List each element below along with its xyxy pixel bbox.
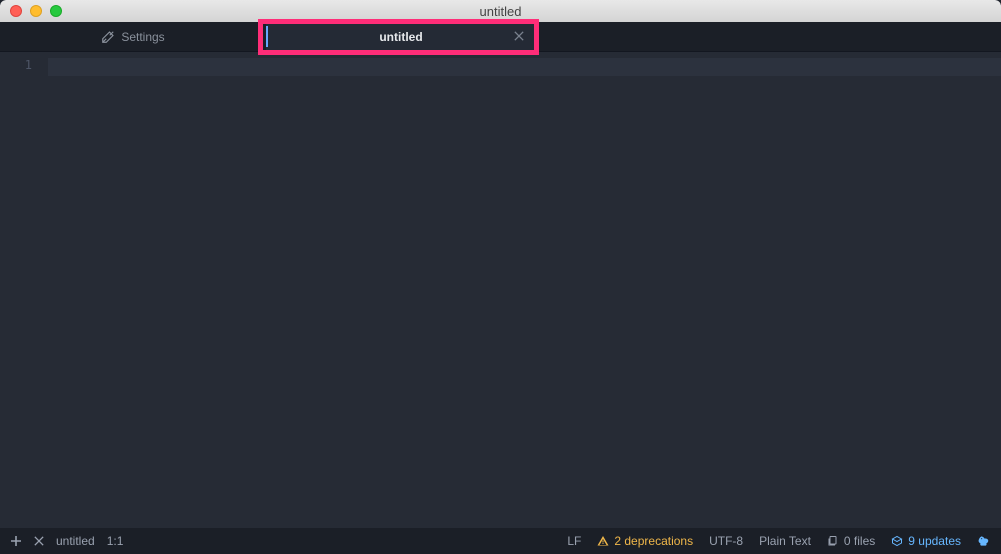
- status-deprecations[interactable]: 2 deprecations: [597, 534, 693, 548]
- status-filename[interactable]: untitled: [56, 534, 95, 548]
- window-title: untitled: [0, 4, 1001, 19]
- editor-window: untitled Settings untitled 1: [0, 0, 1001, 554]
- tab-label: untitled: [379, 30, 422, 44]
- titlebar: untitled: [0, 0, 1001, 22]
- close-tab-icon[interactable]: [512, 29, 526, 43]
- tab-untitled[interactable]: untitled: [266, 22, 536, 51]
- text-editor[interactable]: [42, 52, 1001, 528]
- editor-pane: 1: [0, 52, 1001, 528]
- status-updates[interactable]: 9 updates: [891, 534, 961, 548]
- status-fuzzy-files[interactable]: 0 files: [827, 534, 875, 548]
- status-bar: untitled 1:1 LF 2 deprecations UTF-8 Pla…: [0, 528, 1001, 554]
- package-icon: [891, 535, 903, 547]
- warning-icon: [597, 535, 609, 547]
- status-line-ending[interactable]: LF: [567, 534, 581, 548]
- status-encoding[interactable]: UTF-8: [709, 534, 743, 548]
- line-number-gutter: 1: [0, 52, 42, 528]
- status-updates-label: 9 updates: [908, 534, 961, 548]
- settings-icon: [101, 30, 115, 44]
- tab-bar: Settings untitled: [0, 22, 1001, 52]
- line-number: 1: [0, 58, 32, 72]
- tab-settings[interactable]: Settings: [0, 22, 266, 51]
- editor-line: [48, 58, 1001, 76]
- close-file-button[interactable]: [34, 536, 44, 546]
- status-cursor-position[interactable]: 1:1: [107, 534, 124, 548]
- status-files-label: 0 files: [844, 534, 875, 548]
- files-icon: [827, 535, 839, 547]
- status-squirrel-icon[interactable]: [977, 534, 991, 548]
- new-file-button[interactable]: [10, 535, 22, 547]
- status-deprecations-label: 2 deprecations: [614, 534, 693, 548]
- status-grammar[interactable]: Plain Text: [759, 534, 811, 548]
- tab-label: Settings: [121, 30, 164, 44]
